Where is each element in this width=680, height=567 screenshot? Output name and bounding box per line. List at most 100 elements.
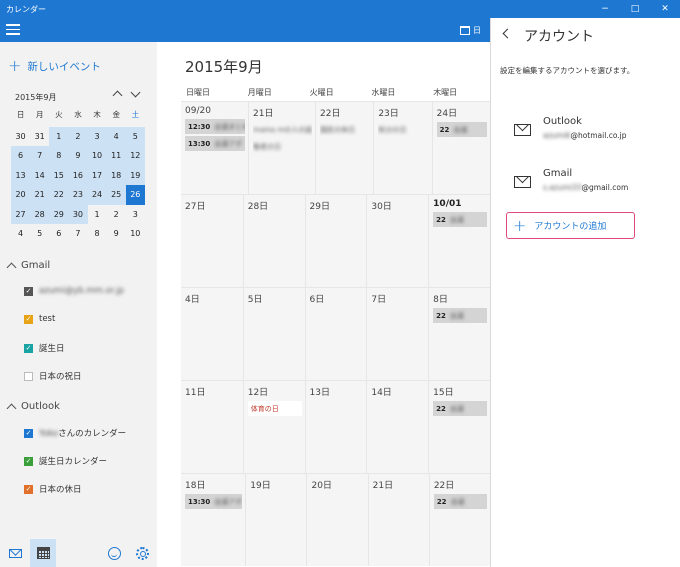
mini-calendar-day[interactable]: 2 [107, 205, 126, 225]
calendar-checkbox[interactable]: ✓ [24, 428, 33, 438]
calendar-event[interactable]: 22 会議 [433, 494, 487, 509]
mini-calendar-day[interactable]: 6 [11, 146, 31, 166]
calendar-item[interactable]: ✓ test [24, 314, 55, 324]
calendar-item[interactable]: ✓ azumi@yb.mm.or.jp [24, 286, 124, 296]
mini-calendar-day[interactable]: 18 [106, 165, 126, 185]
mini-calendar-day[interactable]: 8 [88, 224, 107, 244]
day-cell[interactable]: 27日 [181, 195, 243, 287]
close-button[interactable]: ✕ [650, 0, 680, 18]
mini-calendar-day[interactable]: 23 [68, 185, 88, 205]
day-cell[interactable]: 18日 13:30 会議アポ [181, 474, 246, 566]
day-cell[interactable]: 29日 [304, 195, 367, 287]
maximize-button[interactable]: □ [620, 0, 650, 18]
mini-calendar-day[interactable]: 3 [126, 205, 145, 225]
settings-button[interactable] [129, 539, 155, 567]
calendar-checkbox[interactable]: ✓ [24, 314, 33, 324]
calendar-event[interactable]: 13:30 会議アポ [185, 136, 245, 151]
day-cell[interactable]: 21日 [367, 474, 429, 566]
mini-calendar-day[interactable]: 3 [87, 126, 107, 146]
day-cell[interactable]: 13日 [304, 381, 367, 473]
day-cell[interactable]: 14日 [366, 381, 429, 473]
new-event-button[interactable]: + 新しいイベント [8, 58, 101, 74]
mini-calendar-day[interactable]: 1 [49, 126, 69, 146]
mini-calendar-day[interactable]: 14 [30, 165, 50, 185]
mini-calendar-day[interactable]: 9 [68, 146, 88, 166]
mini-calendar-day[interactable]: 1 [88, 205, 107, 225]
calendar-event[interactable]: 秋分の日 [378, 122, 428, 137]
day-cell[interactable]: 22日 国民の休日 [315, 102, 374, 194]
calendar-item[interactable]: ✓ 誕生日カレンダー [24, 455, 107, 467]
calendar-checkbox[interactable]: ✓ [24, 484, 33, 494]
calendar-item[interactable]: 日本の祝日 [24, 370, 82, 382]
calendar-event[interactable]: 12:30会議まとめ [185, 119, 245, 134]
mini-calendar-day[interactable]: 6 [49, 224, 68, 244]
mini-calendar-day[interactable]: 15 [49, 165, 69, 185]
minimize-button[interactable]: − [590, 0, 620, 18]
mini-calendar-day[interactable]: 9 [107, 224, 126, 244]
day-cell[interactable]: 15日 22 会議 [428, 381, 490, 473]
day-cell[interactable]: 8日 22 会議 [428, 288, 490, 380]
mini-calendar-day[interactable]: 25 [106, 185, 126, 205]
mini-calendar-day[interactable]: 22 [49, 185, 69, 205]
calendar-event[interactable]: 22 会議 [433, 308, 487, 323]
mini-calendar-day[interactable]: 10 [87, 146, 107, 166]
day-cell[interactable]: 11日 [181, 381, 243, 473]
calendar-event[interactable]: 体育の日 [247, 401, 302, 416]
calendar-event[interactable]: 国民の休日 [320, 122, 370, 137]
today-button[interactable]: 日 [460, 23, 486, 37]
calendar-checkbox[interactable] [24, 371, 33, 381]
day-cell[interactable]: 10/01 22 会議 [428, 195, 490, 287]
account-outlook[interactable]: Outlook azumi6@hotmail.co.jp [500, 116, 675, 150]
calendar-event[interactable]: 敬老の日 [253, 139, 312, 154]
day-cell[interactable]: 23日 秋分の日 [373, 102, 432, 194]
mini-calendar-day[interactable]: 4 [11, 224, 30, 244]
day-cell[interactable]: 6日 [304, 288, 367, 380]
mini-calendar-day[interactable]: 13 [11, 165, 31, 185]
day-cell[interactable]: 09/2012:30会議まとめ13:30会議アポ [181, 102, 248, 194]
day-cell[interactable]: 21日 mama mの人の誕 敬老の日 [248, 102, 315, 194]
calendar-group-outlook[interactable]: Outlook [6, 401, 60, 413]
calendar-event[interactable]: mama mの人の誕 [253, 122, 312, 137]
day-cell[interactable]: 7日 [366, 288, 429, 380]
mini-calendar-day[interactable]: 28 [30, 204, 50, 224]
mini-calendar-day[interactable]: 12 [125, 146, 145, 166]
hamburger-menu-icon[interactable] [6, 24, 20, 36]
day-cell[interactable]: 5日 [242, 288, 305, 380]
mini-calendar-day[interactable]: 31 [30, 127, 49, 147]
day-cell[interactable]: 24日 22 会議 [431, 102, 490, 194]
back-arrow-icon[interactable] [502, 28, 513, 39]
mini-calendar-day[interactable]: 11 [106, 146, 126, 166]
mini-calendar-day[interactable]: 10 [126, 224, 145, 244]
mini-calendar-day[interactable]: 30 [68, 204, 88, 224]
mini-calendar-day[interactable]: 19 [125, 165, 145, 185]
mini-calendar-day[interactable]: 29 [49, 204, 69, 224]
mini-calendar-day[interactable]: 8 [49, 146, 69, 166]
mini-calendar-day[interactable]: 24 [87, 185, 107, 205]
mini-calendar-day[interactable]: 7 [30, 146, 50, 166]
mini-calendar-day[interactable]: 4 [106, 126, 126, 146]
day-cell[interactable]: 30日 [366, 195, 429, 287]
calendar-event[interactable]: 22 会議 [433, 401, 487, 416]
mini-calendar-day[interactable]: 7 [68, 224, 87, 244]
mini-calendar-day[interactable]: 16 [68, 165, 88, 185]
mail-app-button[interactable] [2, 539, 28, 567]
calendar-item[interactable]: ✓ 誕生日 [24, 342, 65, 354]
day-cell[interactable]: 28日 [242, 195, 305, 287]
mini-calendar-day[interactable]: 30 [11, 127, 30, 147]
day-cell[interactable]: 20日 [306, 474, 368, 566]
mini-calendar-day[interactable]: 5 [30, 224, 49, 244]
day-cell[interactable]: 4日 [181, 288, 243, 380]
calendar-event[interactable]: 13:30 会議アポ [185, 494, 243, 509]
feedback-button[interactable] [101, 539, 127, 567]
calendar-app-button[interactable] [30, 539, 56, 567]
day-cell[interactable]: 22日 22 会議 [428, 474, 490, 566]
calendar-checkbox[interactable]: ✓ [24, 456, 33, 466]
mini-calendar-day[interactable]: 5 [125, 126, 145, 146]
mini-calendar-day[interactable]: 17 [87, 165, 107, 185]
mini-calendar-day[interactable]: 27 [11, 204, 31, 224]
calendar-group-gmail[interactable]: Gmail [6, 260, 50, 272]
mini-calendar-day[interactable]: 21 [30, 185, 50, 205]
calendar-checkbox[interactable]: ✓ [24, 286, 33, 296]
mini-calendar-prev-button[interactable] [111, 88, 123, 101]
mini-calendar-day[interactable]: 2 [68, 126, 88, 146]
